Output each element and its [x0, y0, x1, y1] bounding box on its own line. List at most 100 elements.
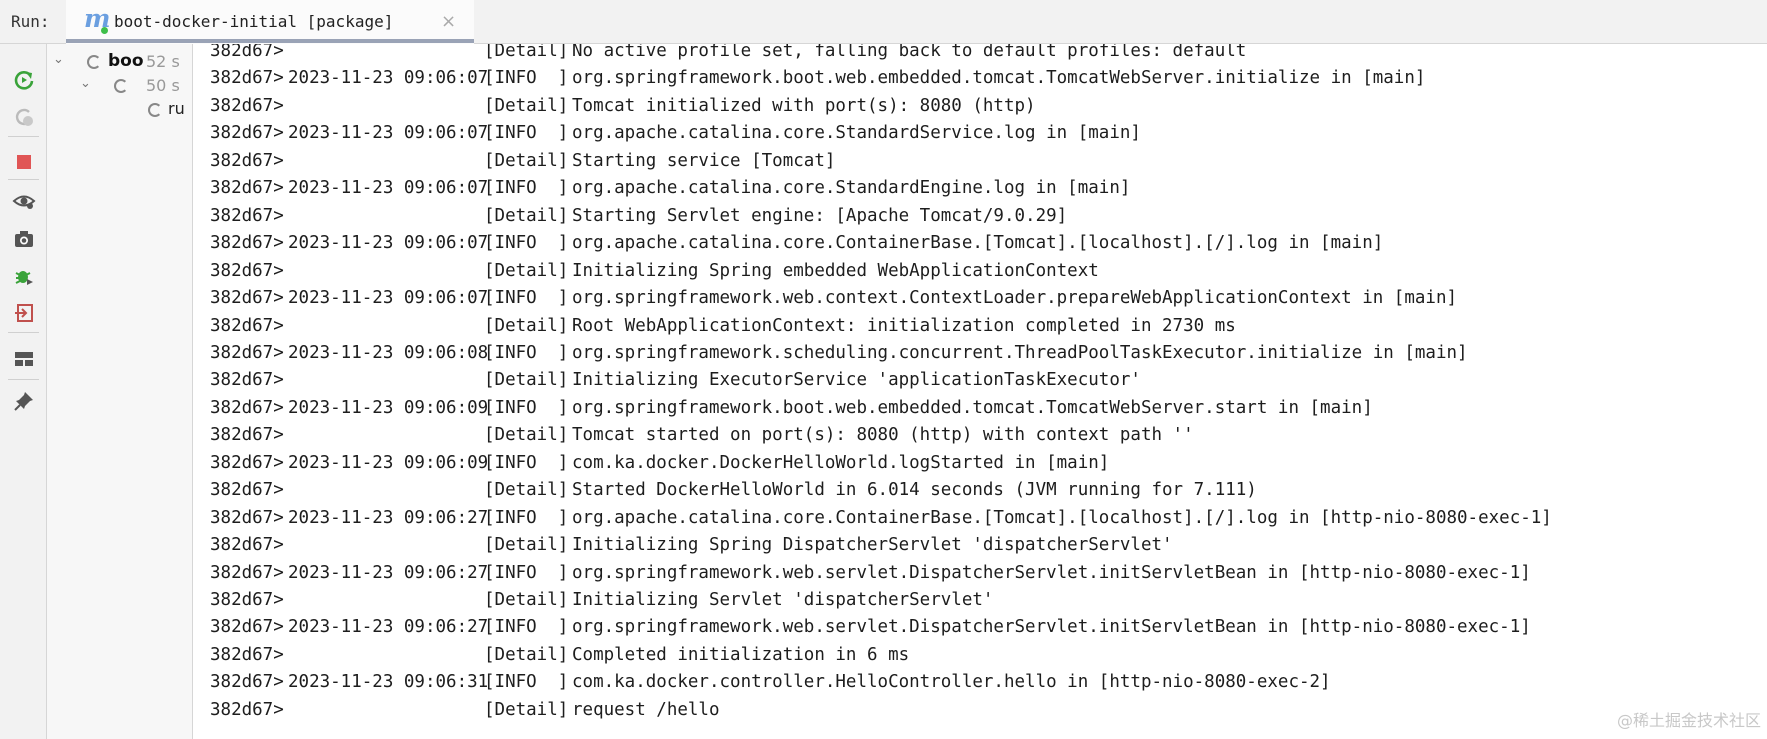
line-timestamp: 2023-11-23 09:06:07: [288, 68, 489, 89]
line-message: Root WebApplicationContext: initializati…: [572, 315, 1236, 336]
line-level: [Detail]: [484, 699, 569, 720]
line-id: 382d67>: [210, 44, 284, 61]
tree-item-child[interactable]: ⌄ 50 s: [47, 74, 192, 98]
eye-icon: [12, 195, 36, 209]
line-message: Initializing ExecutorService 'applicatio…: [572, 370, 1141, 391]
line-level: [Detail]: [484, 95, 569, 116]
debug-button[interactable]: [10, 262, 38, 290]
line-message: Completed initialization in 6 ms: [572, 644, 910, 665]
line-id: 382d67>: [210, 342, 284, 363]
line-message: Initializing Servlet 'dispatcherServlet': [572, 590, 994, 610]
line-message: org.apache.catalina.core.StandardService…: [572, 123, 1141, 144]
tree-item-leaf[interactable]: ru: [47, 98, 192, 122]
line-level: [Detail]: [484, 370, 569, 391]
line-id: 382d67>: [210, 590, 284, 610]
line-message: Tomcat started on port(s): 8080 (http) w…: [572, 425, 1194, 446]
line-timestamp: 2023-11-23 09:06:27: [288, 562, 489, 583]
tree-item-name: boo: [108, 51, 144, 71]
line-message: org.apache.catalina.core.ContainerBase.[…: [572, 233, 1384, 254]
chevron-down-icon[interactable]: ⌄: [80, 76, 91, 91]
line-message: Initializing Spring embedded WebApplicat…: [572, 260, 1099, 281]
line-message: com.ka.docker.DockerHelloWorld.logStarte…: [572, 452, 1110, 473]
stop-button[interactable]: [10, 148, 38, 176]
line-id: 382d67>: [210, 315, 284, 336]
line-id: 382d67>: [210, 123, 284, 144]
line-id: 382d67>: [210, 233, 284, 254]
console-output[interactable]: 382d67> [Detail] No active profile set, fa…: [194, 44, 1767, 739]
tab-active-indicator: [66, 39, 474, 43]
running-status-icon: [101, 27, 108, 34]
line-timestamp: 2023-11-23 09:06:08: [288, 342, 489, 363]
show-passed-button[interactable]: [10, 187, 38, 215]
line-timestamp: 2023-11-23 09:06:07: [288, 178, 489, 199]
exit-button[interactable]: [10, 299, 38, 327]
line-level: [INFO ]: [484, 562, 569, 583]
line-level: [Detail]: [484, 535, 569, 556]
line-message: Initializing Spring DispatcherServlet 'd…: [572, 535, 1173, 556]
line-level: [INFO ]: [484, 397, 569, 418]
line-message: org.springframework.web.context.ContextL…: [572, 288, 1458, 309]
layout-icon: [15, 352, 33, 366]
line-id: 382d67>: [210, 507, 284, 528]
line-level: [INFO ]: [484, 233, 569, 254]
toolbar-separator: [8, 332, 39, 333]
line-message: org.springframework.web.servlet.Dispatch…: [572, 562, 1531, 583]
rerun-failed-button[interactable]: [10, 103, 38, 131]
line-message: com.ka.docker.controller.HelloController…: [572, 672, 1331, 693]
tree-item-name: ru: [168, 99, 185, 118]
line-id: 382d67>: [210, 397, 284, 418]
line-level: [INFO ]: [484, 672, 569, 693]
line-timestamp: 2023-11-23 09:06:31: [288, 672, 489, 693]
close-tab-icon[interactable]: ×: [441, 11, 456, 32]
snapshot-button[interactable]: [10, 225, 38, 253]
line-id: 382d67>: [210, 68, 284, 89]
line-level: [INFO ]: [484, 123, 569, 144]
tree-item-time: 50 s: [146, 76, 180, 95]
line-message: Tomcat initialized with port(s): 8080 (h…: [572, 95, 1036, 116]
spinner-icon: [148, 103, 162, 117]
line-id: 382d67>: [210, 205, 284, 226]
line-id: 382d67>: [210, 425, 284, 446]
line-id: 382d67>: [210, 699, 284, 720]
line-level: [Detail]: [484, 260, 569, 281]
line-level: [Detail]: [484, 590, 569, 610]
line-timestamp: 2023-11-23 09:06:07: [288, 123, 489, 144]
run-tree-panel: ⌄ boo 52 s ⌄ 50 s ru: [47, 44, 193, 739]
pin-tab-button[interactable]: [10, 387, 38, 415]
toolbar-separator: [8, 136, 39, 137]
line-message: org.apache.catalina.core.StandardEngine.…: [572, 178, 1131, 199]
line-level: [INFO ]: [484, 342, 569, 363]
line-id: 382d67>: [210, 535, 284, 556]
camera-icon: [15, 231, 33, 247]
line-level: [Detail]: [484, 480, 569, 501]
line-id: 382d67>: [210, 480, 284, 501]
line-id: 382d67>: [210, 644, 284, 665]
debug-icon: [15, 271, 33, 285]
line-id: 382d67>: [210, 452, 284, 473]
layout-button[interactable]: [10, 345, 38, 373]
toolbar-separator: [8, 379, 39, 380]
line-message: org.springframework.web.servlet.Dispatch…: [572, 617, 1531, 638]
tree-item-root[interactable]: ⌄ boo 52 s: [47, 50, 192, 74]
run-toolbar: Run: m boot-docker-initial [package] ×: [0, 0, 1767, 44]
tab-title[interactable]: boot-docker-initial [package]: [114, 12, 393, 31]
line-level: [Detail]: [484, 425, 569, 446]
line-level: [Detail]: [484, 150, 569, 171]
line-id: 382d67>: [210, 95, 284, 116]
watermark: @稀土掘金技术社区: [1616, 711, 1761, 730]
tree-item-time: 52 s: [146, 52, 180, 71]
rerun-icon: [14, 71, 34, 90]
line-level: [INFO ]: [484, 178, 569, 199]
line-timestamp: 2023-11-23 09:06:07: [288, 288, 489, 309]
toolbar-separator: [8, 179, 39, 180]
line-timestamp: 2023-11-23 09:06:27: [288, 617, 489, 638]
line-message: org.apache.catalina.core.ContainerBase.[…: [572, 507, 1552, 528]
line-id: 382d67>: [210, 288, 284, 309]
rerun-button[interactable]: [10, 66, 38, 94]
line-message: org.springframework.scheduling.concurren…: [572, 342, 1468, 363]
line-message: Started DockerHelloWorld in 6.014 second…: [572, 480, 1257, 501]
line-level: [Detail]: [484, 644, 569, 665]
line-level: [Detail]: [484, 205, 569, 226]
chevron-down-icon[interactable]: ⌄: [53, 52, 64, 67]
line-message: No active profile set, falling back to d…: [572, 44, 1247, 61]
